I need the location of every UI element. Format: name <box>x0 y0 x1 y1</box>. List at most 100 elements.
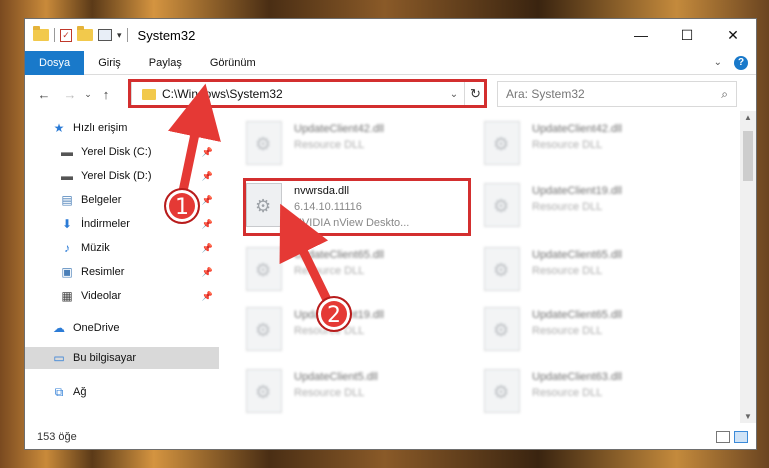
network-icon: ⧉ <box>54 384 64 399</box>
maximize-button[interactable]: ☐ <box>664 19 710 51</box>
address-dropdown-icon[interactable]: ⌄ <box>444 89 464 100</box>
sidebar-item-label: Yerel Disk (C:) <box>81 146 152 158</box>
vertical-scrollbar[interactable]: ▲ ▼ <box>740 111 756 423</box>
address-bar[interactable]: C:\Windows\System32 ⌄ ↻ <box>131 81 487 107</box>
file-highlight-box <box>243 178 471 236</box>
file-tile[interactable]: UpdateClient65.dll Resource DLL <box>484 247 714 299</box>
drive-icon: ▬ <box>61 169 73 183</box>
sidebar-item-label: Yerel Disk (D:) <box>81 170 152 182</box>
recent-locations-button[interactable]: ⌄ <box>81 83 95 105</box>
pin-icon[interactable]: 📌 <box>202 291 213 302</box>
star-icon: ★ <box>53 121 65 135</box>
scroll-down-icon[interactable]: ▼ <box>740 412 756 421</box>
sidebar-item-label: Videolar <box>81 290 122 302</box>
sidebar-item-network[interactable]: ⧉ Ağ <box>25 381 219 403</box>
drive-icon: ▬ <box>61 145 73 159</box>
search-icon[interactable]: ⌕ <box>721 87 728 102</box>
pin-icon[interactable]: 📌 <box>202 243 213 254</box>
new-folder-icon[interactable] <box>77 26 93 41</box>
file-tile[interactable]: UpdateClient42.dll Resource DLL <box>484 121 714 173</box>
address-path[interactable]: C:\Windows\System32 <box>162 87 283 101</box>
sidebar-item-label: OneDrive <box>73 322 120 334</box>
file-name: UpdateClient65.dll <box>532 249 622 261</box>
title-bar: ✓ ▾ System32 — ☐ ✕ <box>25 19 756 51</box>
search-placeholder: Ara: System32 <box>506 87 585 101</box>
scroll-up-icon[interactable]: ▲ <box>740 113 756 122</box>
up-button[interactable]: ↑ <box>95 83 117 105</box>
dll-file-icon <box>484 121 520 165</box>
properties-icon[interactable] <box>98 29 112 41</box>
music-icon: ♪ <box>64 241 70 255</box>
file-tile[interactable]: UpdateClient63.dll Resource DLL <box>484 369 714 421</box>
sidebar-item-pictures[interactable]: ▣ Resimler 📌 <box>25 261 219 283</box>
cloud-icon: ☁ <box>53 321 65 335</box>
file-type: Resource DLL <box>532 325 603 337</box>
file-type: Resource DLL <box>532 139 603 151</box>
file-type: Resource DLL <box>532 387 603 399</box>
file-name: UpdateClient65.dll <box>532 309 622 321</box>
expand-ribbon-icon[interactable]: ⌄ <box>714 57 722 68</box>
pin-icon[interactable]: 📌 <box>202 267 213 278</box>
sidebar-item-label: İndirmeler <box>81 218 130 230</box>
sidebar-item-drive-d[interactable]: ▬ Yerel Disk (D:) 📌 <box>25 165 219 187</box>
navigation-bar: ← → ⌄ ↑ C:\Windows\System32 ⌄ ↻ Ara: Sys… <box>25 77 756 111</box>
window-title: System32 <box>137 27 196 43</box>
tab-view[interactable]: Görünüm <box>196 51 270 75</box>
file-tile[interactable]: UpdateClient19.dllResource DLL <box>484 183 714 235</box>
pin-icon[interactable]: 📌 <box>202 219 213 230</box>
pin-icon[interactable]: 📌 <box>202 195 213 206</box>
quick-access-toolbar: ✓ ▾ <box>33 26 128 42</box>
pin-icon[interactable]: 📌 <box>202 147 213 158</box>
computer-icon: ▭ <box>53 351 65 365</box>
tab-share[interactable]: Paylaş <box>135 51 196 75</box>
sidebar-item-onedrive[interactable]: ☁ OneDrive <box>25 317 219 339</box>
sidebar-item-music[interactable]: ♪ Müzik 📌 <box>25 237 219 259</box>
sidebar-item-videos[interactable]: ▦ Videolar 📌 <box>25 285 219 307</box>
file-name: UpdateClient42.dll <box>294 123 384 135</box>
status-bar: 153 öğe <box>25 425 756 449</box>
file-tile[interactable]: UpdateClient5.dll Resource DLL <box>246 369 476 421</box>
dll-file-icon <box>246 121 282 165</box>
sidebar-item-label: Belgeler <box>81 194 122 206</box>
sidebar-item-label: Ağ <box>73 386 87 398</box>
scrollbar-thumb[interactable] <box>743 131 753 181</box>
file-type: Resource DLL <box>532 265 603 277</box>
back-button[interactable]: ← <box>33 83 55 105</box>
details-view-icon[interactable] <box>716 431 730 443</box>
sidebar-item-this-pc[interactable]: ▭ Bu bilgisayar <box>25 347 219 369</box>
file-tile[interactable]: UpdateClient19.dllResource DLL <box>246 307 476 359</box>
tiles-view-icon[interactable] <box>734 431 748 443</box>
dll-file-icon <box>484 369 520 413</box>
minimize-button[interactable]: — <box>618 19 664 51</box>
properties-check-icon[interactable]: ✓ <box>60 28 72 42</box>
file-type: Resource DLL <box>294 265 365 277</box>
customize-toolbar-icon[interactable]: ▾ <box>117 30 122 41</box>
search-input[interactable]: Ara: System32 ⌕ <box>497 81 737 107</box>
toolbar-divider <box>126 28 128 42</box>
ribbon-tabs: Dosya Giriş Paylaş Görünüm ⌄ ? <box>25 50 756 75</box>
dll-file-icon <box>484 307 520 351</box>
forward-button[interactable]: → <box>59 83 81 105</box>
step-2-badge: 2 <box>316 296 352 332</box>
tab-home[interactable]: Giriş <box>84 51 135 75</box>
help-icon[interactable]: ? <box>734 55 748 70</box>
tab-file[interactable]: Dosya <box>25 50 85 75</box>
file-tile[interactable]: UpdateClient42.dll Resource DLL <box>246 121 476 173</box>
dll-file-icon <box>246 369 282 413</box>
file-tile[interactable]: UpdateClient65.dll Resource DLL <box>484 307 714 359</box>
sidebar-item-quick-access[interactable]: ★ Hızlı erişim <box>25 117 219 139</box>
refresh-icon[interactable]: ↻ <box>464 82 486 106</box>
sidebar-item-label: Resimler <box>81 266 125 278</box>
folder-icon <box>142 88 156 100</box>
sidebar-item-drive-c[interactable]: ▬ Yerel Disk (C:) 📌 <box>25 141 219 163</box>
toolbar-divider <box>54 28 55 42</box>
file-name: UpdateClient42.dll <box>532 123 622 135</box>
file-name: UpdateClient63.dll <box>532 371 622 383</box>
file-tile[interactable]: UpdateClient65.dll Resource DLL <box>246 247 476 299</box>
dll-file-icon <box>484 183 520 227</box>
close-button[interactable]: ✕ <box>710 19 756 51</box>
navigation-pane: ★ Hızlı erişim ▬ Yerel Disk (C:) 📌 ▬ Yer… <box>25 115 219 415</box>
file-name: UpdateClient19.dll <box>532 185 622 197</box>
download-icon: ⬇ <box>61 217 73 231</box>
pin-icon[interactable]: 📌 <box>202 171 213 182</box>
